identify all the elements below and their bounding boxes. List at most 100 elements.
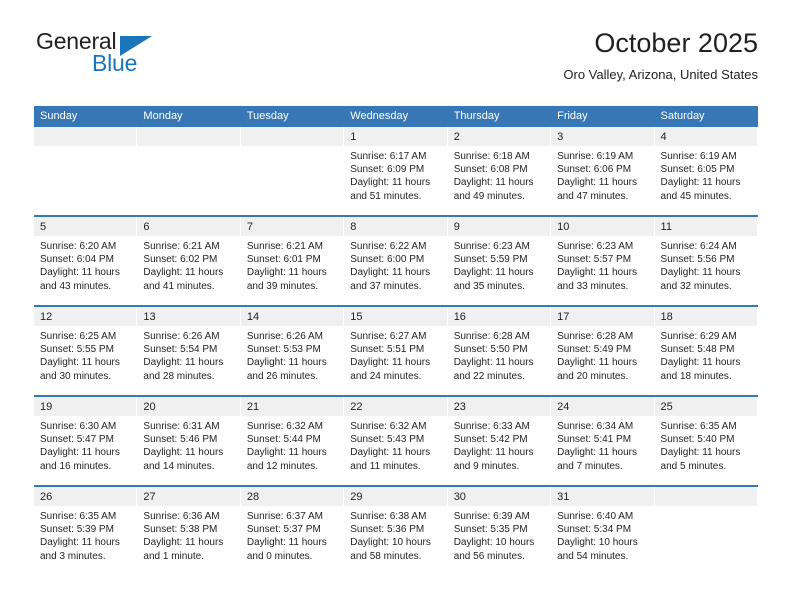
day-sun-info: Sunrise: 6:25 AM Sunset: 5:55 PM Daylight:… — [34, 326, 137, 383]
calendar-day-cell[interactable]: 2 Sunrise: 6:18 AM Sunset: 6:08 PM Daylight… — [447, 127, 552, 216]
day-info-line: and 33 minutes. — [557, 280, 629, 292]
calendar-day-cell[interactable]: 31 Sunrise: 6:40 AM Sunset: 5:34 PM Dayligh… — [551, 485, 655, 575]
calendar-day-cell[interactable] — [654, 485, 758, 575]
calendar-day-cell[interactable]: 17 Sunrise: 6:28 AM Sunset: 5:49 PM Dayligh… — [551, 305, 655, 396]
day-sun-info: Sunrise: 6:21 AM Sunset: 6:02 PM Daylight:… — [137, 236, 240, 293]
calendar-day-cell[interactable]: 3 Sunrise: 6:19 AM Sunset: 6:06 PM Daylight… — [551, 127, 655, 216]
day-info-line: Daylight: 11 hours — [453, 177, 534, 189]
weekday-header-thursday: Thursday — [447, 106, 552, 127]
day-cell-content: 23 Sunrise: 6:33 AM Sunset: 5:42 PM Dayligh… — [447, 397, 552, 485]
day-number: 26 — [34, 487, 138, 506]
calendar-week-row: 19 Sunrise: 6:30 AM Sunset: 5:47 PM Dayligh… — [34, 395, 758, 486]
day-info-line: and 24 minutes. — [350, 370, 422, 382]
day-info-line: Sunset: 6:06 PM — [557, 164, 632, 176]
calendar-day-cell[interactable]: 29 Sunrise: 6:38 AM Sunset: 5:36 PM Dayligh… — [344, 485, 448, 575]
calendar-day-cell[interactable]: 15 Sunrise: 6:27 AM Sunset: 5:51 PM Dayligh… — [344, 305, 448, 396]
day-info-line: and 37 minutes. — [350, 280, 422, 292]
day-info-line: and 56 minutes. — [453, 550, 525, 562]
calendar-day-cell[interactable]: 24 Sunrise: 6:34 AM Sunset: 5:41 PM Dayligh… — [551, 395, 655, 486]
calendar-day-cell[interactable]: 20 Sunrise: 6:31 AM Sunset: 5:46 PM Dayligh… — [137, 395, 241, 486]
calendar-day-cell[interactable]: 22 Sunrise: 6:32 AM Sunset: 5:43 PM Dayligh… — [344, 395, 448, 486]
location-subtitle: Oro Valley, Arizona, United States — [563, 67, 758, 82]
day-number: 25 — [654, 397, 758, 416]
day-number: 12 — [34, 307, 138, 326]
calendar-day-cell[interactable]: 18 Sunrise: 6:29 AM Sunset: 5:48 PM Dayligh… — [654, 305, 758, 396]
day-info-line: Daylight: 11 hours — [660, 177, 741, 189]
day-info-line: and 49 minutes. — [453, 190, 525, 202]
day-cell-content: 17 Sunrise: 6:28 AM Sunset: 5:49 PM Dayligh… — [551, 307, 655, 395]
calendar-day-cell[interactable]: 13 Sunrise: 6:26 AM Sunset: 5:54 PM Dayligh… — [137, 305, 241, 396]
day-info-line: and 39 minutes. — [246, 280, 319, 292]
day-info-line: Daylight: 11 hours — [453, 447, 534, 459]
day-number: 31 — [551, 487, 655, 506]
day-info-line: Sunset: 5:57 PM — [557, 254, 632, 266]
calendar-day-cell[interactable]: 26 Sunrise: 6:35 AM Sunset: 5:39 PM Dayligh… — [34, 485, 138, 575]
day-info-line: and 43 minutes. — [40, 280, 112, 292]
calendar-day-cell[interactable]: 23 Sunrise: 6:33 AM Sunset: 5:42 PM Dayligh… — [447, 395, 552, 486]
day-info-line: Sunrise: 6:26 AM — [246, 331, 323, 342]
day-number: 17 — [551, 307, 655, 326]
day-cell-content: 8 Sunrise: 6:22 AM Sunset: 6:00 PM Daylight… — [344, 217, 448, 305]
day-sun-info: Sunrise: 6:32 AM Sunset: 5:43 PM Daylight:… — [344, 416, 447, 473]
day-cell-content: 26 Sunrise: 6:35 AM Sunset: 5:39 PM Dayligh… — [34, 487, 138, 575]
calendar-day-cell[interactable]: 28 Sunrise: 6:37 AM Sunset: 5:37 PM Dayligh… — [240, 485, 345, 575]
calendar-day-cell[interactable]: 25 Sunrise: 6:35 AM Sunset: 5:40 PM Dayligh… — [654, 395, 758, 486]
calendar-day-cell[interactable]: 12 Sunrise: 6:25 AM Sunset: 5:55 PM Dayligh… — [34, 305, 138, 396]
day-info-line: Sunset: 5:35 PM — [453, 524, 528, 536]
day-sun-info: Sunrise: 6:28 AM Sunset: 5:49 PM Daylight:… — [551, 326, 654, 383]
day-info-line: Sunset: 5:51 PM — [350, 344, 425, 356]
day-info-line: Sunset: 5:37 PM — [246, 524, 321, 536]
day-info-line: Daylight: 11 hours — [40, 357, 120, 369]
day-sun-info: Sunrise: 6:22 AM Sunset: 6:00 PM Daylight:… — [344, 236, 447, 293]
day-cell-content: 31 Sunrise: 6:40 AM Sunset: 5:34 PM Dayligh… — [551, 487, 655, 575]
weekday-header-sunday: Sunday — [34, 106, 138, 127]
calendar-day-cell[interactable] — [34, 127, 138, 216]
calendar-day-cell[interactable]: 10 Sunrise: 6:23 AM Sunset: 5:57 PM Dayligh… — [551, 215, 655, 306]
calendar-day-cell[interactable]: 21 Sunrise: 6:32 AM Sunset: 5:44 PM Dayligh… — [240, 395, 345, 486]
calendar-day-cell[interactable]: 16 Sunrise: 6:28 AM Sunset: 5:50 PM Dayligh… — [447, 305, 552, 396]
day-info-line: Daylight: 11 hours — [557, 177, 637, 189]
calendar-day-cell[interactable]: 5 Sunrise: 6:20 AM Sunset: 6:04 PM Daylight… — [34, 215, 138, 306]
calendar-day-cell[interactable]: 14 Sunrise: 6:26 AM Sunset: 5:53 PM Dayligh… — [240, 305, 345, 396]
day-sun-info — [137, 146, 240, 150]
day-number: 23 — [447, 397, 552, 416]
calendar-body: 1 Sunrise: 6:17 AM Sunset: 6:09 PM Daylight… — [34, 127, 758, 575]
calendar-day-cell[interactable]: 9 Sunrise: 6:23 AM Sunset: 5:59 PM Daylight… — [447, 215, 552, 306]
calendar-day-cell[interactable] — [240, 127, 345, 216]
calendar-day-cell[interactable]: 11 Sunrise: 6:24 AM Sunset: 5:56 PM Dayligh… — [654, 215, 758, 306]
calendar-day-cell[interactable]: 4 Sunrise: 6:19 AM Sunset: 6:05 PM Daylight… — [654, 127, 758, 216]
day-cell-content — [654, 487, 758, 575]
calendar-day-cell[interactable]: 19 Sunrise: 6:30 AM Sunset: 5:47 PM Dayligh… — [34, 395, 138, 486]
day-sun-info: Sunrise: 6:20 AM Sunset: 6:04 PM Daylight:… — [34, 236, 137, 293]
day-info-line: Sunrise: 6:22 AM — [350, 241, 427, 252]
calendar-day-cell[interactable]: 6 Sunrise: 6:21 AM Sunset: 6:02 PM Daylight… — [137, 215, 241, 306]
calendar-week-row: 1 Sunrise: 6:17 AM Sunset: 6:09 PM Daylight… — [34, 127, 758, 216]
day-number: 18 — [654, 307, 758, 326]
day-info-line: Daylight: 11 hours — [660, 357, 741, 369]
day-info-line: Sunset: 5:39 PM — [40, 524, 114, 536]
day-info-line: Daylight: 11 hours — [143, 447, 224, 459]
day-info-line: Sunset: 5:38 PM — [143, 524, 218, 536]
calendar-grid: Sunday Monday Tuesday Wednesday Thursday… — [34, 106, 758, 575]
calendar-day-cell[interactable] — [137, 127, 241, 216]
day-info-line: Daylight: 11 hours — [557, 447, 637, 459]
day-cell-content: 5 Sunrise: 6:20 AM Sunset: 6:04 PM Daylight… — [34, 217, 138, 305]
day-info-line: Daylight: 10 hours — [557, 537, 638, 549]
day-number: 15 — [344, 307, 448, 326]
day-info-line: Sunset: 5:59 PM — [453, 254, 528, 266]
calendar-day-cell[interactable]: 8 Sunrise: 6:22 AM Sunset: 6:00 PM Daylight… — [344, 215, 448, 306]
calendar-day-cell[interactable]: 27 Sunrise: 6:36 AM Sunset: 5:38 PM Dayligh… — [137, 485, 241, 575]
day-cell-content: 14 Sunrise: 6:26 AM Sunset: 5:53 PM Dayligh… — [240, 307, 345, 395]
weekday-header-saturday: Saturday — [654, 106, 758, 127]
day-info-line: and 7 minutes. — [557, 460, 623, 472]
calendar-day-cell[interactable]: 7 Sunrise: 6:21 AM Sunset: 6:01 PM Daylight… — [240, 215, 345, 306]
day-number: 21 — [240, 397, 345, 416]
day-info-line: Sunset: 5:41 PM — [557, 434, 632, 446]
calendar-day-cell[interactable]: 30 Sunrise: 6:39 AM Sunset: 5:35 PM Dayligh… — [447, 485, 552, 575]
day-cell-content: 27 Sunrise: 6:36 AM Sunset: 5:38 PM Dayligh… — [137, 487, 241, 575]
day-info-line: Sunrise: 6:35 AM — [40, 511, 117, 522]
day-cell-content: 6 Sunrise: 6:21 AM Sunset: 6:02 PM Daylight… — [137, 217, 241, 305]
calendar-week-row: 26 Sunrise: 6:35 AM Sunset: 5:39 PM Dayligh… — [34, 485, 758, 575]
brand-logo[interactable]: General Blue — [34, 26, 274, 86]
calendar-day-cell[interactable]: 1 Sunrise: 6:17 AM Sunset: 6:09 PM Daylight… — [344, 127, 448, 216]
